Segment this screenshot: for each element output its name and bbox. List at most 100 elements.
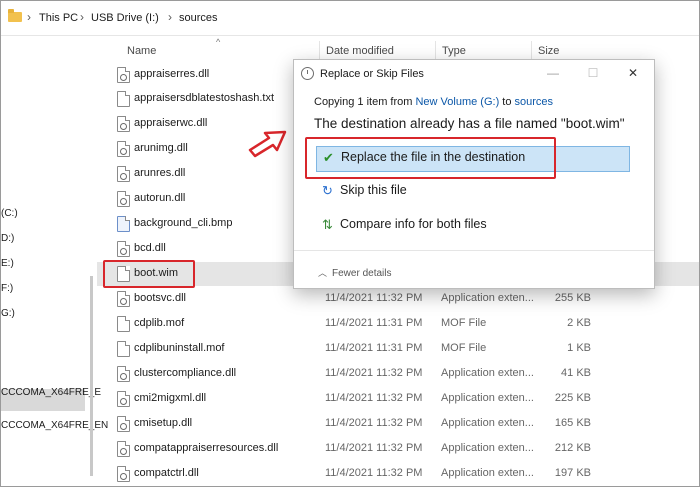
copying-status: Copying 1 item from New Volume (G:) to s… <box>314 96 553 108</box>
dll-file-icon <box>117 241 130 257</box>
file-name: background_cli.bmp <box>134 217 233 229</box>
file-name: clustercompliance.dll <box>134 367 237 379</box>
file-name: arunres.dll <box>134 167 186 179</box>
file-size: 41 KB <box>561 367 591 379</box>
copying-prefix: Copying 1 item from <box>314 96 416 108</box>
file-size: 212 KB <box>554 442 591 454</box>
bitmap-file-icon <box>117 216 130 232</box>
dll-file-icon <box>117 67 130 83</box>
dll-file-icon <box>117 291 130 307</box>
file-date: 11/4/2021 11:32 PM <box>325 417 423 429</box>
dll-file-icon <box>117 391 130 407</box>
dll-file-icon <box>117 441 130 457</box>
breadcrumb-usb-drive[interactable]: USB Drive (I:) <box>91 12 159 24</box>
conflict-message: The destination already has a file named… <box>314 116 625 131</box>
nav-item-cccoma-1[interactable]: CCCOMA_X64FRE_E <box>1 387 101 398</box>
mof-file-icon <box>117 341 130 357</box>
file-date: 11/4/2021 11:31 PM <box>325 342 423 354</box>
file-date: 11/4/2021 11:32 PM <box>325 367 423 379</box>
column-divider[interactable] <box>319 41 320 59</box>
dll-file-icon <box>117 366 130 382</box>
file-type: MOF File <box>441 342 487 354</box>
file-name: appraiserres.dll <box>134 68 210 80</box>
highlight-box-replace <box>305 137 556 179</box>
file-name: compatappraiserresources.dll <box>134 442 279 454</box>
column-divider[interactable] <box>435 41 436 59</box>
file-explorer-window: › This PC › USB Drive (I:) › sources (C:… <box>0 0 700 487</box>
breadcrumb-separator: › <box>27 10 31 24</box>
file-size: 225 KB <box>554 392 591 404</box>
file-type: Application exten... <box>441 417 534 429</box>
file-type: Application exten... <box>441 367 534 379</box>
dll-file-icon <box>117 416 130 432</box>
pointer-arrow-icon <box>248 130 287 158</box>
column-divider[interactable] <box>531 41 532 59</box>
breadcrumb-separator: › <box>80 10 84 24</box>
file-row[interactable]: cmisetup.dll 11/4/2021 11:32 PM Applicat… <box>97 412 699 436</box>
dll-file-icon <box>117 166 130 182</box>
fewer-details-toggle[interactable]: ︿ Fewer details <box>318 266 391 279</box>
column-header-size[interactable]: Size <box>538 45 559 57</box>
file-size: 2 KB <box>567 317 591 329</box>
file-name: cdplibuninstall.mof <box>134 342 225 354</box>
file-name: bootsvc.dll <box>134 292 186 304</box>
chevron-up-icon: ︿ <box>318 268 328 278</box>
file-row[interactable]: cdplibuninstall.mof 11/4/2021 11:31 PM M… <box>97 337 699 361</box>
file-date: 11/4/2021 11:32 PM <box>325 442 423 454</box>
column-header-date[interactable]: Date modified <box>326 45 394 57</box>
destination-link[interactable]: sources <box>515 96 554 108</box>
file-size: 165 KB <box>554 417 591 429</box>
fewer-details-label: Fewer details <box>332 268 392 279</box>
file-row[interactable]: cmi2migxml.dll 11/4/2021 11:32 PM Applic… <box>97 387 699 411</box>
source-link[interactable]: New Volume (G:) <box>415 96 499 108</box>
highlight-box-boot-wim <box>103 260 195 288</box>
file-row[interactable]: compatctrl.dll 11/4/2021 11:32 PM Applic… <box>97 462 699 486</box>
skip-label: Skip this file <box>340 183 407 197</box>
file-type: MOF File <box>441 317 487 329</box>
file-name: appraiserwc.dll <box>134 117 208 129</box>
file-size: 255 KB <box>554 292 591 304</box>
file-name: cmisetup.dll <box>134 417 193 429</box>
file-row[interactable]: cdplib.mof 11/4/2021 11:31 PM MOF File 2… <box>97 312 699 336</box>
file-name: appraisersdblatestoshash.txt <box>134 92 275 104</box>
file-size: 1 KB <box>567 342 591 354</box>
folder-icon <box>8 9 22 22</box>
minimize-button[interactable]: — <box>540 64 566 82</box>
breadcrumb-separator: › <box>168 10 172 24</box>
file-type: Application exten... <box>441 442 534 454</box>
mof-file-icon <box>117 316 130 332</box>
column-header-type[interactable]: Type <box>442 45 466 57</box>
sort-ascending-icon: ^ <box>216 37 221 47</box>
dll-file-icon <box>117 191 130 207</box>
nav-item-drive-g[interactable]: G:) <box>1 308 15 319</box>
nav-scrollbar[interactable] <box>90 276 93 476</box>
nav-item-drive-c[interactable]: (C:) <box>1 208 18 219</box>
file-name: compatctrl.dll <box>134 467 199 479</box>
file-name: arunimg.dll <box>134 142 188 154</box>
breadcrumb-sources[interactable]: sources <box>179 12 218 24</box>
file-date: 11/4/2021 11:32 PM <box>325 467 423 479</box>
file-name: cmi2migxml.dll <box>134 392 207 404</box>
text-file-icon <box>117 91 130 107</box>
maximize-button[interactable]: ☐ <box>580 64 606 82</box>
compare-label: Compare info for both files <box>340 217 487 231</box>
file-row[interactable]: bootsvc.dll 11/4/2021 11:32 PM Applicati… <box>97 287 699 311</box>
address-bar[interactable]: › This PC › USB Drive (I:) › sources <box>1 1 699 36</box>
file-size: 197 KB <box>554 467 591 479</box>
nav-item-drive-e[interactable]: E:) <box>1 258 14 269</box>
file-row[interactable]: clustercompliance.dll 11/4/2021 11:32 PM… <box>97 362 699 386</box>
file-name: bcd.dll <box>134 242 166 254</box>
dialog-divider <box>294 250 654 251</box>
file-date: 11/4/2021 11:31 PM <box>325 317 423 329</box>
skip-arrow-icon: ↻ <box>322 183 333 198</box>
column-header-name[interactable]: Name <box>127 45 156 57</box>
nav-item-drive-d[interactable]: D:) <box>1 233 14 244</box>
nav-item-drive-f[interactable]: F:) <box>1 283 13 294</box>
close-button[interactable]: ✕ <box>620 64 646 82</box>
file-date: 11/4/2021 11:32 PM <box>325 392 423 404</box>
file-type: Application exten... <box>441 292 534 304</box>
file-date: 11/4/2021 11:32 PM <box>325 292 423 304</box>
file-name: cdplib.mof <box>134 317 185 329</box>
file-row[interactable]: compatappraiserresources.dll 11/4/2021 1… <box>97 437 699 461</box>
breadcrumb-this-pc[interactable]: This PC <box>39 12 78 24</box>
